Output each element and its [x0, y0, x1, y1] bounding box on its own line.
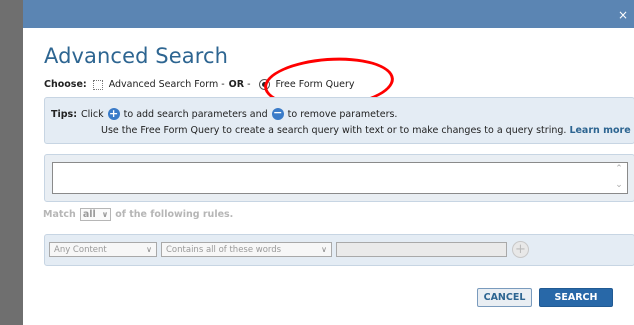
- or-separator: OR -: [228, 79, 251, 90]
- rule-text-input[interactable]: [336, 242, 507, 257]
- advanced-form-option-checkbox[interactable]: [92, 79, 103, 90]
- tips-text-c: to remove parameters.: [287, 108, 398, 120]
- free-form-query-panel: ⌃ ⌄: [44, 154, 634, 202]
- choose-row: Choose: Advanced Search Form - OR - Free…: [44, 79, 355, 90]
- add-rule-icon[interactable]: +: [512, 241, 529, 258]
- rule-field-select[interactable]: Any Content ∨: [49, 242, 157, 257]
- scroll-down-icon[interactable]: ⌄: [614, 181, 624, 191]
- chevron-down-icon: ∨: [321, 245, 327, 254]
- remove-parameter-icon: −: [271, 106, 284, 120]
- match-row: Match all ∨ of the following rules.: [43, 208, 233, 221]
- tips-text-a: Click: [81, 108, 104, 120]
- free-form-query-label[interactable]: Free Form Query: [276, 79, 355, 90]
- match-prefix: Match: [43, 209, 76, 220]
- tips-text-b: to add search parameters and: [123, 108, 268, 120]
- match-mode-value: all: [82, 209, 96, 220]
- free-form-query-radio[interactable]: [258, 79, 270, 90]
- radio-selected-dot: [261, 82, 267, 87]
- dialog-titlebar: ×: [23, 0, 634, 28]
- tips-text-line2: Use the Free Form Query to create a sear…: [101, 125, 567, 136]
- scroll-up-icon[interactable]: ⌃: [614, 165, 624, 175]
- rule-row-panel: Any Content ∨ Contains all of these word…: [44, 234, 634, 266]
- search-button[interactable]: SEARCH: [539, 288, 613, 307]
- match-mode-select[interactable]: all ∨: [79, 208, 112, 221]
- cancel-button[interactable]: CANCEL: [477, 288, 532, 307]
- choose-label: Choose:: [44, 79, 87, 90]
- free-form-query-textarea[interactable]: ⌃ ⌄: [52, 162, 628, 194]
- close-icon[interactable]: ×: [618, 9, 628, 21]
- tips-label: Tips:: [51, 108, 77, 120]
- advanced-form-option-label[interactable]: Advanced Search Form -: [109, 79, 225, 90]
- add-parameter-icon: +: [107, 107, 120, 120]
- learn-more-link[interactable]: Learn more: [569, 125, 630, 136]
- advanced-search-dialog: × Advanced Search Choose: Advanced Searc…: [23, 0, 634, 325]
- chevron-down-icon: ∨: [101, 210, 109, 219]
- tips-line-1: Tips: Click + to add search parameters a…: [51, 106, 398, 120]
- tips-panel: Tips: Click + to add search parameters a…: [44, 97, 634, 144]
- dialog-title: Advanced Search: [44, 44, 229, 68]
- chevron-down-icon: ∨: [146, 245, 152, 254]
- tips-line-2: Use the Free Form Query to create a sear…: [101, 125, 631, 136]
- rule-operator-value: Contains all of these words: [166, 244, 282, 255]
- rule-field-value: Any Content: [54, 244, 107, 255]
- rule-operator-select[interactable]: Contains all of these words ∨: [161, 242, 332, 257]
- match-suffix: of the following rules.: [115, 209, 234, 220]
